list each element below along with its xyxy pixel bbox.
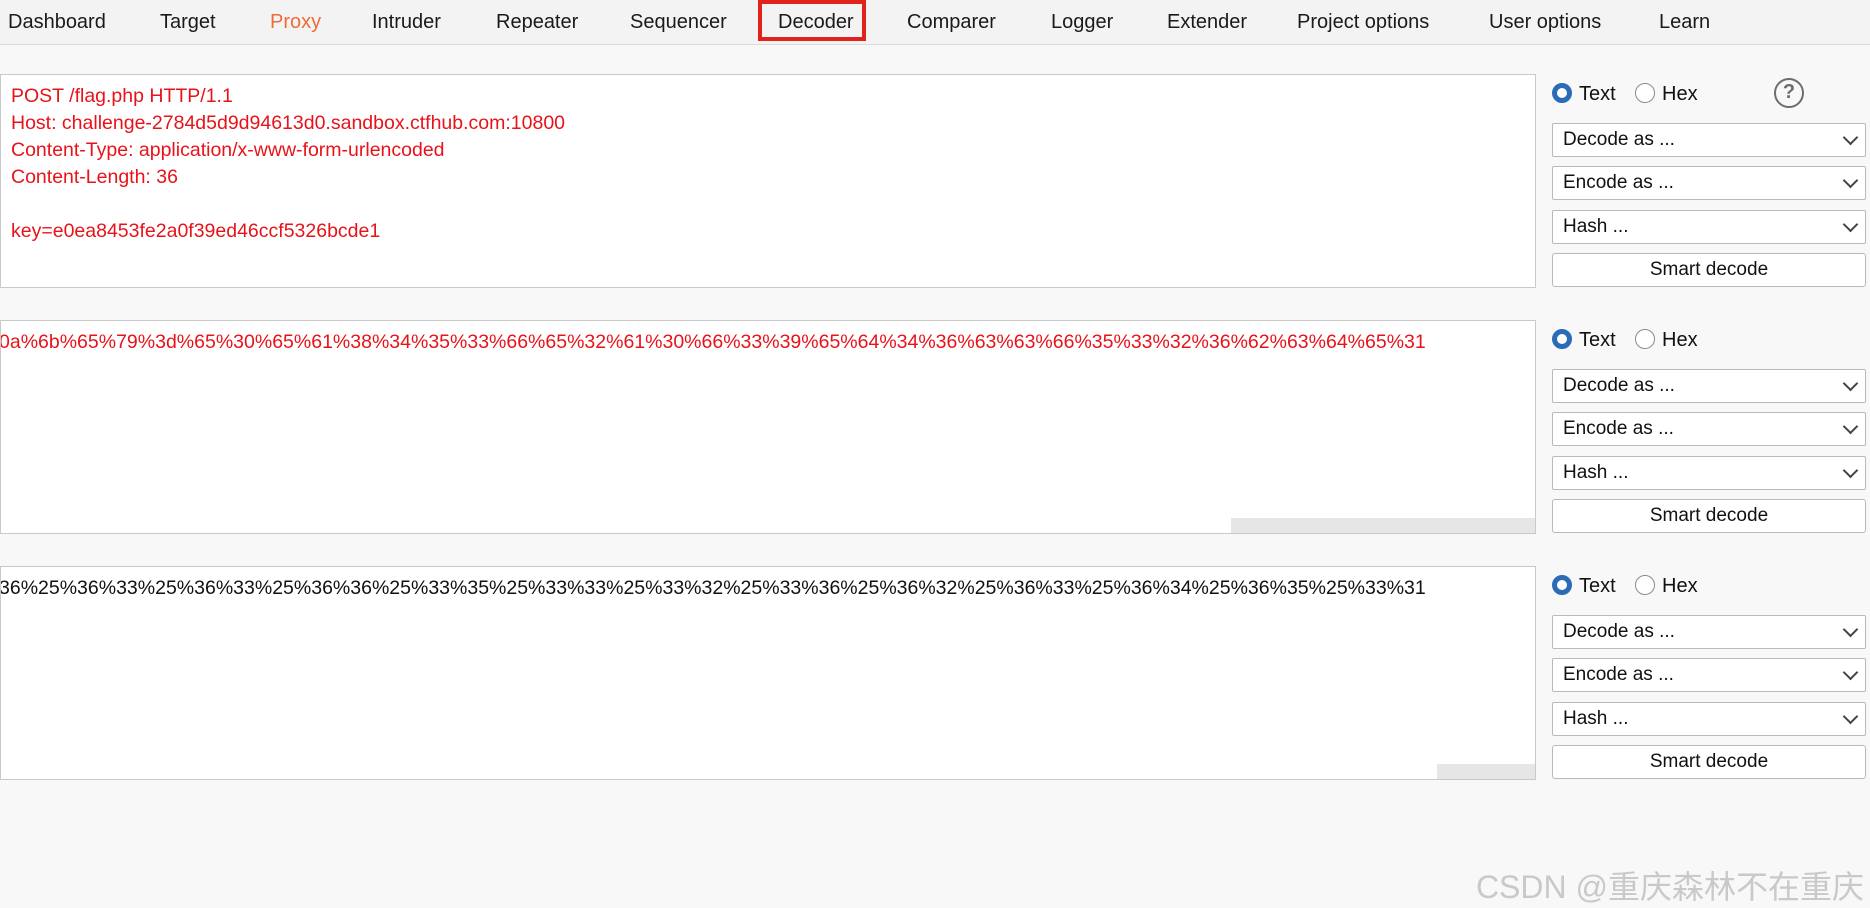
decode-as-label-2: Decode as ...	[1563, 375, 1675, 396]
help-icon[interactable]: ?	[1774, 78, 1804, 108]
tab-proxy[interactable]: Proxy	[270, 4, 321, 40]
hash-dropdown-3[interactable]: Hash ...	[1552, 702, 1866, 736]
hash-dropdown-2[interactable]: Hash ...	[1552, 456, 1866, 490]
tab-learn[interactable]: Learn	[1659, 4, 1710, 40]
text-radio-label-2: Text	[1579, 329, 1616, 351]
tab-comparer[interactable]: Comparer	[907, 4, 996, 40]
hex-radio-1[interactable]	[1635, 83, 1655, 103]
chevron-down-icon	[1842, 375, 1859, 392]
chevron-down-icon	[1842, 462, 1859, 479]
tab-dashboard[interactable]: Dashboard	[8, 4, 106, 40]
horizontal-scrollbar-3[interactable]	[1437, 764, 1535, 779]
editor-1-text: POST /flag.php HTTP/1.1 Host: challenge-…	[11, 85, 566, 242]
hex-radio-label-2: Hex	[1662, 329, 1698, 351]
smart-decode-button-2[interactable]: Smart decode	[1552, 499, 1866, 533]
decoder-editor-3[interactable]: 36%25%36%33%25%36%33%25%36%36%25%33%35%2…	[0, 566, 1536, 780]
text-radio-2[interactable]	[1552, 329, 1572, 349]
encode-as-label-3: Encode as ...	[1563, 664, 1674, 685]
hex-radio-2[interactable]	[1635, 329, 1655, 349]
encode-as-dropdown-3[interactable]: Encode as ...	[1552, 658, 1866, 692]
chevron-down-icon	[1842, 129, 1859, 146]
smart-decode-button-1[interactable]: Smart decode	[1552, 253, 1866, 287]
decode-as-dropdown-2[interactable]: Decode as ...	[1552, 369, 1866, 403]
decode-as-dropdown-3[interactable]: Decode as ...	[1552, 615, 1866, 649]
horizontal-scrollbar-2[interactable]	[1231, 518, 1535, 533]
hex-radio-label-3: Hex	[1662, 575, 1698, 597]
decode-as-dropdown-1[interactable]: Decode as ...	[1552, 123, 1866, 157]
hash-label-1: Hash ...	[1563, 216, 1629, 237]
tab-intruder[interactable]: Intruder	[372, 4, 441, 40]
chevron-down-icon	[1842, 216, 1859, 233]
tab-project-options[interactable]: Project options	[1297, 4, 1429, 40]
smart-decode-button-3[interactable]: Smart decode	[1552, 745, 1866, 779]
encode-as-dropdown-2[interactable]: Encode as ...	[1552, 412, 1866, 446]
text-radio-3[interactable]	[1552, 575, 1572, 595]
encode-as-label-1: Encode as ...	[1563, 172, 1674, 193]
tab-logger[interactable]: Logger	[1051, 4, 1113, 40]
hash-label-3: Hash ...	[1563, 708, 1629, 729]
decode-as-label-3: Decode as ...	[1563, 621, 1675, 642]
decoder-editor-2[interactable]: 0a%6b%65%79%3d%65%30%65%61%38%34%35%33%6…	[0, 320, 1536, 534]
text-radio-1[interactable]	[1552, 83, 1572, 103]
chevron-down-icon	[1842, 418, 1859, 435]
editor-3-text: 36%25%36%33%25%36%33%25%36%36%25%33%35%2…	[0, 577, 1426, 599]
main-tab-bar: Dashboard Target Proxy Intruder Repeater…	[0, 0, 1870, 45]
tab-sequencer[interactable]: Sequencer	[630, 4, 727, 40]
tab-user-options[interactable]: User options	[1489, 4, 1601, 40]
watermark: CSDN @重庆森林不在重庆	[1475, 869, 1864, 905]
tab-repeater[interactable]: Repeater	[496, 4, 578, 40]
decoder-editor-1[interactable]: POST /flag.php HTTP/1.1 Host: challenge-…	[0, 74, 1536, 288]
text-radio-label-3: Text	[1579, 575, 1616, 597]
decode-as-label-1: Decode as ...	[1563, 129, 1675, 150]
chevron-down-icon	[1842, 708, 1859, 725]
tab-extender[interactable]: Extender	[1167, 4, 1247, 40]
chevron-down-icon	[1842, 172, 1859, 189]
chevron-down-icon	[1842, 621, 1859, 638]
decoder-tab-highlight-box	[758, 0, 866, 41]
encode-as-label-2: Encode as ...	[1563, 418, 1674, 439]
hex-radio-label-1: Hex	[1662, 83, 1698, 105]
editor-2-text: 0a%6b%65%79%3d%65%30%65%61%38%34%35%33%6…	[0, 331, 1426, 353]
text-radio-label-1: Text	[1579, 83, 1616, 105]
chevron-down-icon	[1842, 664, 1859, 681]
hex-radio-3[interactable]	[1635, 575, 1655, 595]
tab-target[interactable]: Target	[160, 4, 216, 40]
hash-dropdown-1[interactable]: Hash ...	[1552, 210, 1866, 244]
encode-as-dropdown-1[interactable]: Encode as ...	[1552, 166, 1866, 200]
hash-label-2: Hash ...	[1563, 462, 1629, 483]
